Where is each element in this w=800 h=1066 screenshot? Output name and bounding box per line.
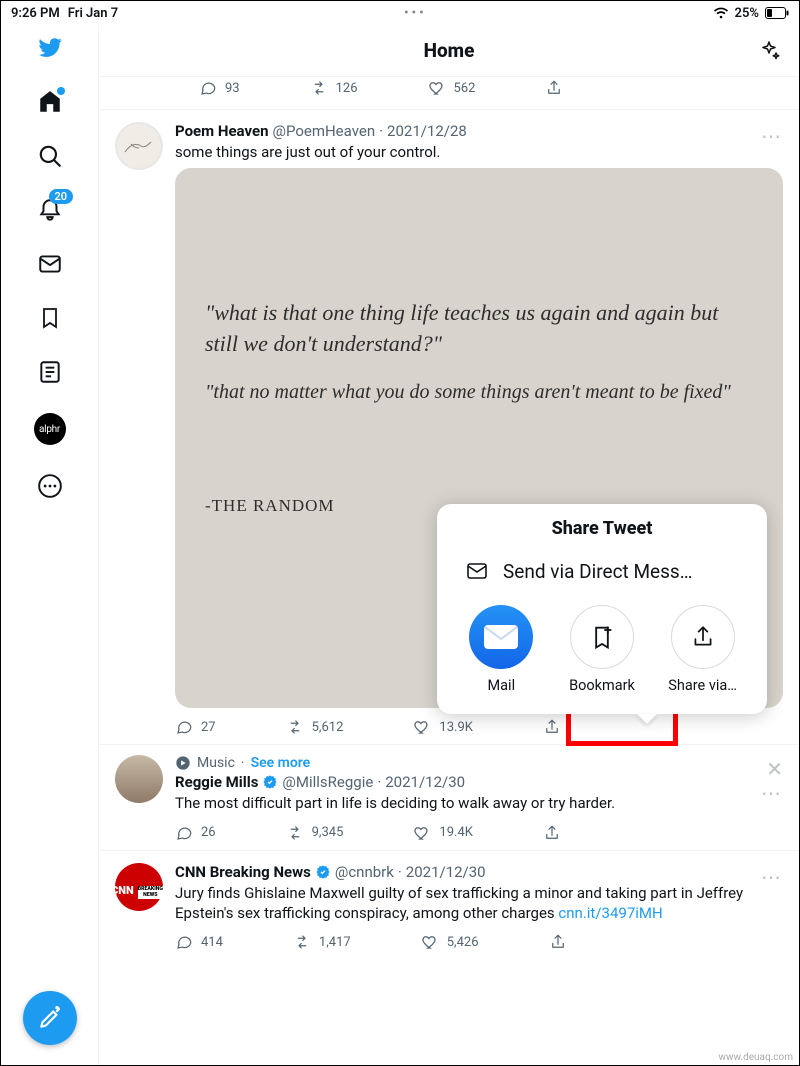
like-button[interactable]: 5,426 [421,933,479,951]
timeline-options-icon[interactable] [757,39,781,63]
mail-icon [465,559,489,583]
like-button[interactable]: 19.4K [413,824,473,842]
status-time: 9:26 PM [11,6,60,21]
author-handle[interactable]: @MillsReggie [282,773,373,791]
notifications-badge: 20 [49,189,74,204]
reply-button[interactable]: 27 [175,718,216,736]
main-column: Home 93 126 562 ⋯ Poem Heave [99,25,799,1065]
multitask-dots-icon[interactable]: ••• [404,6,427,21]
retweet-button[interactable]: 1,417 [293,933,351,951]
share-via-button[interactable]: Share via… [658,605,748,694]
retweet-button[interactable]: 126 [310,79,358,97]
like-button[interactable]: 562 [428,79,476,97]
dismiss-topic-icon[interactable]: ✕ [766,757,783,781]
topic-icon [175,755,191,771]
see-more-link[interactable]: See more [251,755,311,771]
avatar[interactable] [115,122,163,170]
tweet-text: some things are just out of your control… [175,142,783,162]
messages-icon[interactable] [37,251,63,277]
avatar[interactable] [115,755,163,803]
send-dm-row[interactable]: Send via Direct Mess… [437,559,767,605]
retweet-button[interactable]: 9,345 [286,824,344,842]
status-bar: 9:26 PM Fri Jan 7 ••• 25% [1,1,799,25]
share-mail-button[interactable]: Mail [456,605,546,694]
popover-title: Share Tweet [437,518,767,539]
verified-icon [315,864,331,880]
tweet-date[interactable]: 2021/12/30 [406,863,486,881]
author-name[interactable]: Reggie Mills [175,773,258,791]
author-name[interactable]: Poem Heaven [175,122,268,140]
reply-button[interactable]: 414 [175,933,223,951]
share-tweet-popover: Share Tweet Send via Direct Mess… Mail B… [437,504,767,714]
reply-button[interactable]: 93 [199,79,240,97]
reply-button[interactable]: 26 [175,824,216,842]
tweet-link[interactable]: cnn.it/3497iMH [558,904,662,922]
tweet-text: Jury finds Ghislaine Maxwell guilty of s… [175,883,783,924]
share-button[interactable] [543,824,561,842]
tweet-date[interactable]: 2021/12/30 [385,773,465,791]
topic-label[interactable]: Music [197,755,235,771]
share-button[interactable] [543,718,561,736]
status-date: Fri Jan 7 [68,6,118,21]
share-icon [671,605,735,669]
battery-percent: 25% [735,6,759,21]
bookmarks-icon[interactable] [37,305,63,331]
tweet[interactable]: ✕ ⋯ Music · See more Reggie Mills @Mills… [99,744,799,849]
watermark: www.deuaq.com [719,1052,794,1063]
tweet-text: The most difficult part in life is decid… [175,793,783,813]
more-icon[interactable] [37,473,63,499]
lists-icon[interactable] [37,359,63,385]
author-handle[interactable]: @PoemHeaven [272,122,375,140]
bookmark-add-icon [570,605,634,669]
compose-tweet-button[interactable] [23,991,77,1045]
page-title: Home [424,39,475,62]
share-button[interactable] [545,79,563,97]
sidebar: 20 alphr [1,25,99,1065]
home-icon[interactable] [37,89,63,115]
wifi-icon [713,7,729,19]
like-button[interactable]: 13.9K [413,718,473,736]
tweet-date[interactable]: 2021/12/28 [387,122,467,140]
profile-avatar[interactable]: alphr [34,413,66,445]
search-icon[interactable] [37,143,63,169]
verified-icon [262,774,278,790]
prev-tweet-actions: 93 126 562 [99,77,799,109]
tweet[interactable]: ⋯ CNN CNN Breaking News @cnnbrk · 2021/1… [99,850,799,960]
tweet-more-icon[interactable]: ⋯ [761,124,783,148]
battery-icon [765,7,789,19]
avatar[interactable]: CNN [115,863,163,911]
share-bookmark-button[interactable]: Bookmark [557,605,647,694]
retweet-button[interactable]: 5,612 [286,718,344,736]
tweet-more-icon[interactable]: ⋯ [761,865,783,889]
mail-app-icon [469,605,533,669]
notifications-icon[interactable]: 20 [37,197,63,223]
author-handle[interactable]: @cnnbrk [335,863,394,881]
tweet-more-icon[interactable]: ⋯ [761,781,783,805]
twitter-logo-icon[interactable] [37,35,63,61]
author-name[interactable]: CNN Breaking News [175,863,311,881]
share-button[interactable] [549,933,567,951]
home-header: Home [99,25,799,77]
